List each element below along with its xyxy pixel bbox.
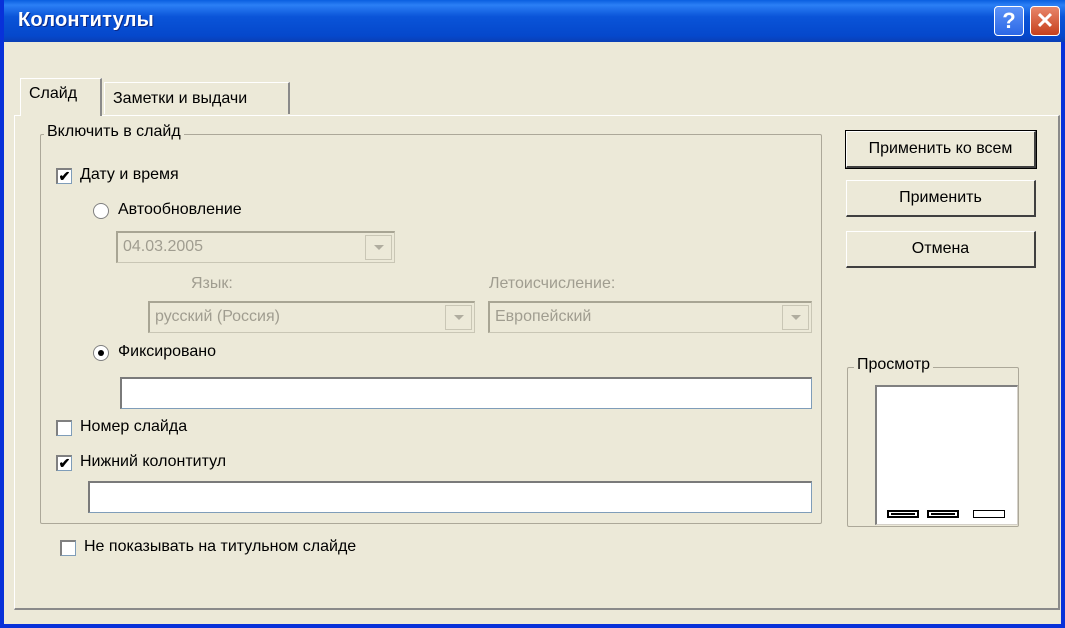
- title-bar[interactable]: Колонтитулы ? ✕: [4, 0, 1065, 42]
- tab-notes-handouts[interactable]: Заметки и выдачи: [104, 82, 290, 114]
- preview-date-placeholder: [887, 510, 919, 518]
- close-button[interactable]: ✕: [1030, 6, 1060, 36]
- date-format-dropdown[interactable]: [365, 235, 392, 260]
- footer-label[interactable]: Нижний колонтитул: [80, 453, 226, 471]
- tab-slide-label: Слайд: [29, 85, 78, 102]
- tab-slide[interactable]: Слайд: [20, 78, 102, 116]
- apply-button[interactable]: Применить: [846, 180, 1036, 217]
- auto-update-radio[interactable]: [93, 203, 109, 219]
- date-time-label[interactable]: Дату и время: [80, 166, 179, 184]
- calendar-value: Европейский: [495, 308, 592, 325]
- footer-checkbox[interactable]: ✔: [56, 455, 72, 471]
- preview-slide: [875, 385, 1018, 525]
- calendar-dropdown[interactable]: [782, 305, 809, 330]
- fixed-date-input[interactable]: [120, 377, 812, 409]
- cancel-button[interactable]: Отмена: [846, 231, 1036, 268]
- language-value: русский (Россия): [155, 308, 280, 325]
- dialog-window: Колонтитулы ? ✕ Слайд Заметки и выдачи В…: [0, 0, 1065, 628]
- date-format-select[interactable]: 04.03.2005: [116, 231, 395, 263]
- dont-show-title-label[interactable]: Не показывать на титульном слайде: [84, 538, 356, 556]
- dont-show-title-checkbox[interactable]: [60, 540, 76, 556]
- slide-number-label[interactable]: Номер слайда: [80, 418, 187, 436]
- date-time-checkbox[interactable]: ✔: [56, 168, 72, 184]
- preview-group-legend: Просмотр: [854, 356, 934, 374]
- close-icon: ✕: [1035, 8, 1055, 33]
- checkmark-icon: ✔: [58, 455, 71, 471]
- help-icon: ?: [1002, 8, 1016, 33]
- include-group-legend: Включить в слайд: [44, 123, 184, 141]
- apply-all-button[interactable]: Применить ко всем: [845, 130, 1037, 169]
- auto-update-label[interactable]: Автообновление: [118, 201, 242, 219]
- chevron-down-icon: [790, 315, 801, 320]
- chevron-down-icon: [373, 245, 384, 250]
- date-format-value: 04.03.2005: [123, 238, 204, 255]
- language-dropdown[interactable]: [445, 305, 472, 330]
- preview-footer-placeholder: [927, 510, 959, 518]
- fixed-radio[interactable]: [93, 345, 109, 361]
- fixed-label[interactable]: Фиксировано: [118, 343, 216, 361]
- help-button[interactable]: ?: [994, 6, 1024, 36]
- calendar-label: Летоисчисление:: [489, 275, 616, 292]
- chevron-down-icon: [453, 315, 464, 320]
- calendar-select[interactable]: Европейский: [488, 301, 812, 333]
- language-label: Язык:: [191, 275, 233, 292]
- checkmark-icon: ✔: [58, 168, 71, 184]
- footer-text-input[interactable]: [88, 481, 812, 513]
- language-select[interactable]: русский (Россия): [148, 301, 475, 333]
- slide-number-checkbox[interactable]: [56, 420, 72, 436]
- dialog-title: Колонтитулы: [18, 9, 154, 31]
- preview-number-placeholder: [973, 510, 1005, 518]
- tab-notes-handouts-label: Заметки и выдачи: [113, 90, 248, 107]
